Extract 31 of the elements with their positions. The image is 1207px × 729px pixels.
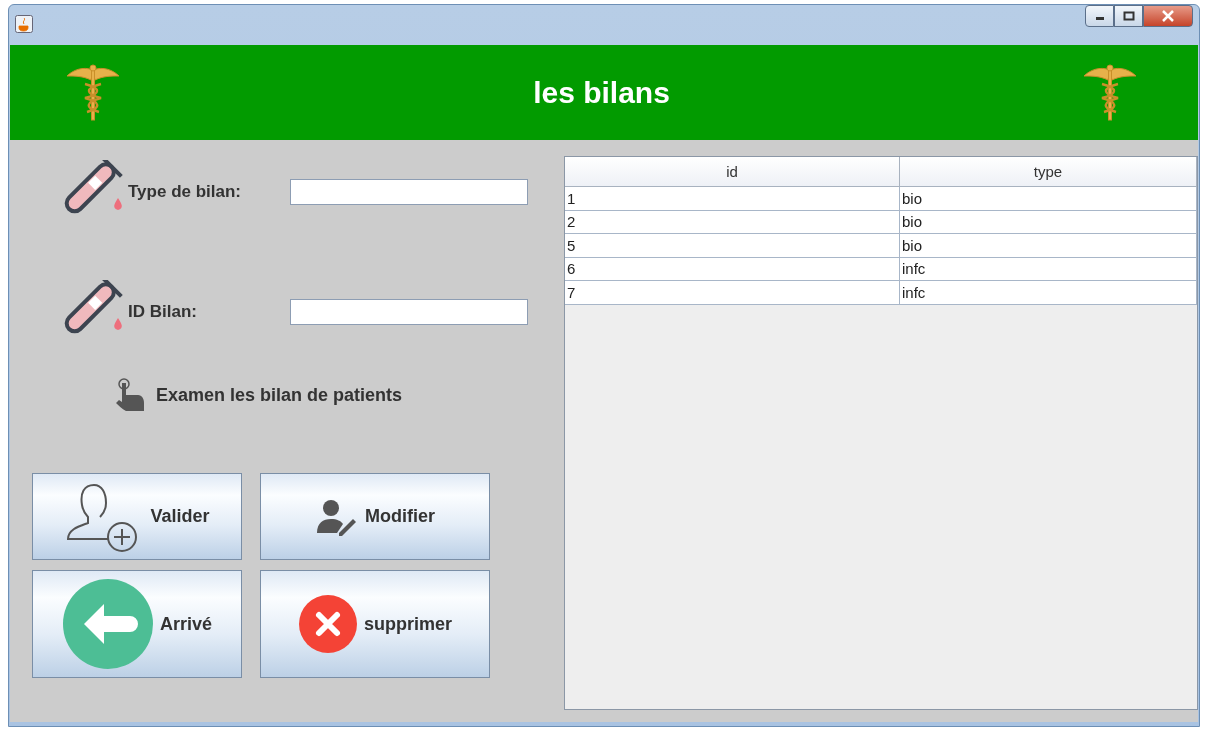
table-cell: 5: [565, 234, 900, 258]
column-header[interactable]: type: [900, 157, 1197, 187]
hint-text: Examen les bilan de patients: [156, 384, 403, 406]
close-button[interactable]: [1143, 5, 1193, 27]
table-cell: infc: [900, 257, 1197, 281]
delete-icon: [298, 594, 358, 654]
page-title: les bilans: [533, 75, 670, 110]
table-cell: infc: [900, 281, 1197, 305]
caduceus-icon: [65, 63, 121, 122]
text-field[interactable]: [290, 179, 528, 205]
table-cell: 2: [565, 210, 900, 234]
action-button[interactable]: Modifier: [260, 473, 490, 560]
action-button[interactable]: Arrivé: [32, 570, 242, 678]
text-field[interactable]: [290, 299, 528, 325]
maximize-button[interactable]: [1114, 5, 1143, 27]
minimize-button[interactable]: [1085, 5, 1114, 27]
action-button[interactable]: Valider: [32, 473, 242, 560]
field-label: Type de bilan:: [128, 182, 243, 202]
caduceus-icon: [1082, 63, 1138, 122]
table-cell: bio: [900, 234, 1197, 258]
table-cell: bio: [900, 187, 1197, 211]
column-header[interactable]: id: [565, 157, 900, 187]
table-cell: 7: [565, 281, 900, 305]
action-button[interactable]: supprimer: [260, 570, 490, 678]
close-icon: [1161, 10, 1175, 22]
field-label: ID Bilan:: [128, 302, 198, 322]
table-cell: 6: [565, 257, 900, 281]
maximize-icon: [1122, 11, 1135, 21]
table-cell: bio: [900, 210, 1197, 234]
table-cell: 1: [565, 187, 900, 211]
java-cup-icon: [15, 15, 33, 33]
